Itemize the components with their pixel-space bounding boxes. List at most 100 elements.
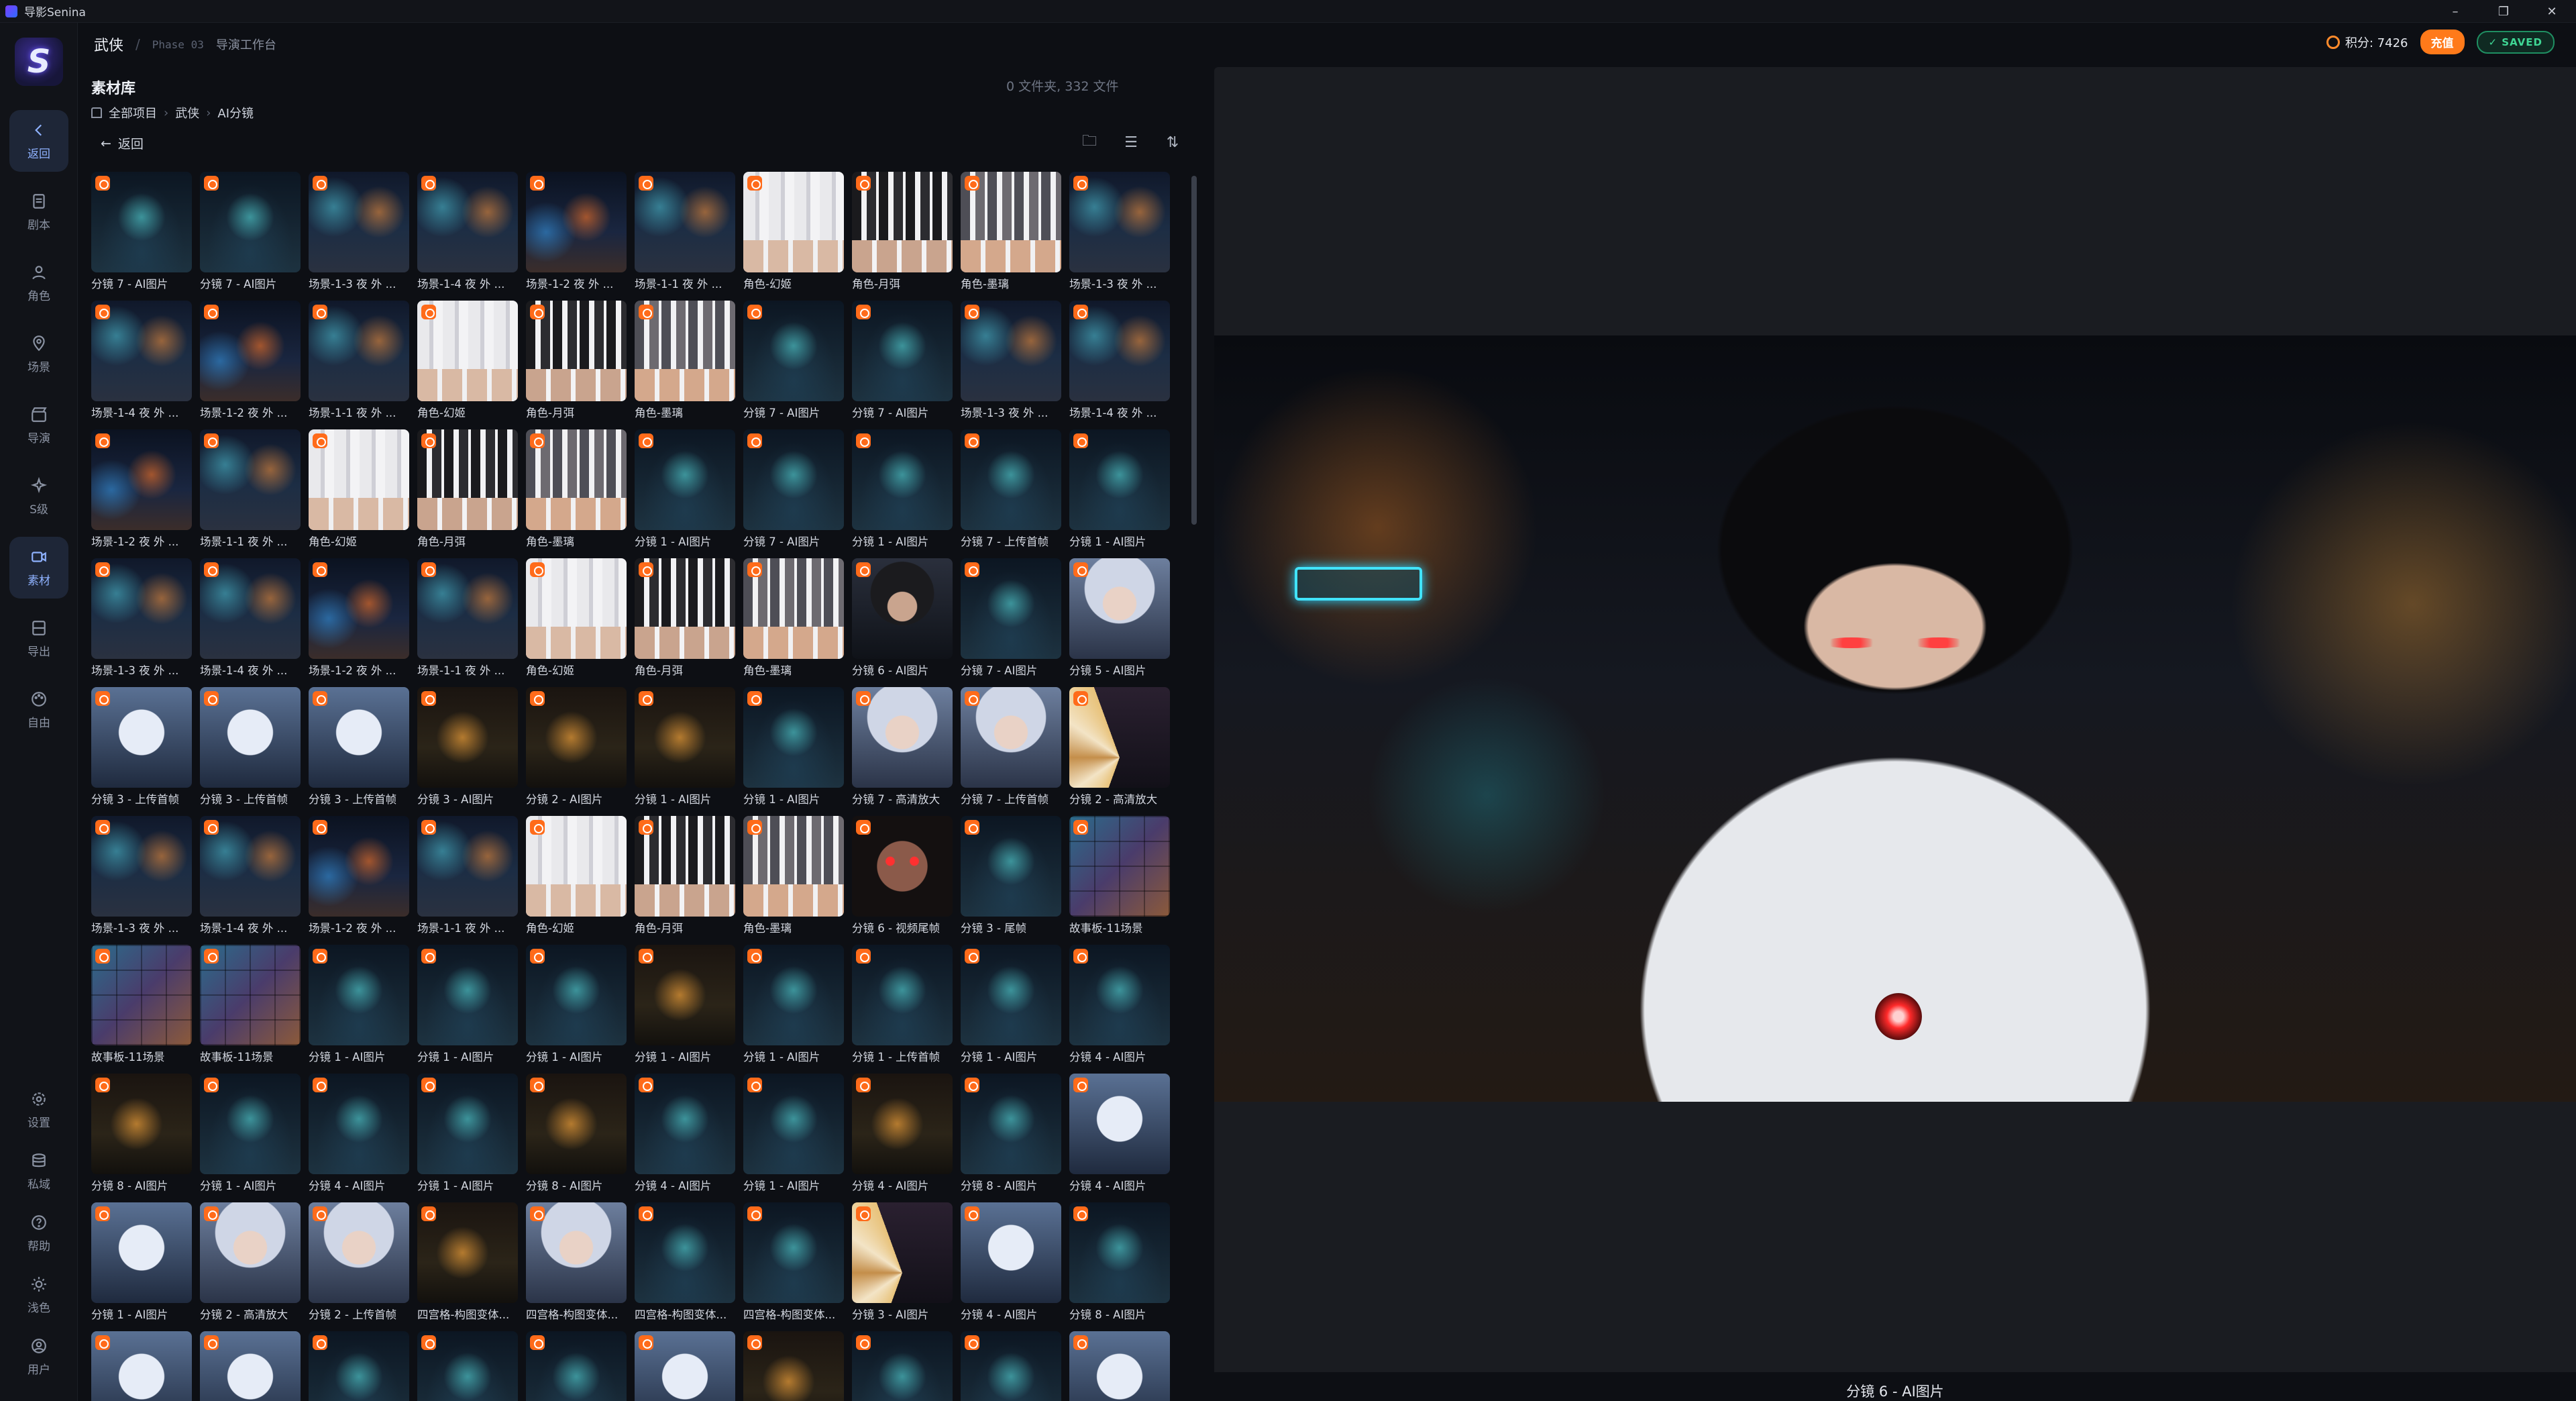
sidebar-item-help[interactable]: 帮助 [9, 1206, 68, 1260]
asset-card[interactable]: 分镜 1 - AI图片 [417, 945, 518, 1066]
asset-thumbnail[interactable] [200, 687, 301, 788]
asset-thumbnail[interactable] [852, 1202, 953, 1303]
asset-thumbnail[interactable] [852, 429, 953, 530]
asset-thumbnail[interactable] [309, 1202, 409, 1303]
asset-card[interactable] [417, 1331, 518, 1401]
asset-thumbnail[interactable] [91, 558, 192, 659]
asset-thumbnail[interactable] [200, 816, 301, 917]
asset-thumbnail[interactable] [635, 301, 735, 401]
asset-card[interactable]: 场景-1-2 夜 外 ... [91, 429, 192, 550]
asset-thumbnail[interactable] [852, 172, 953, 272]
asset-thumbnail[interactable] [526, 429, 627, 530]
asset-thumbnail[interactable] [309, 1331, 409, 1401]
asset-card[interactable]: 分镜 7 - AI图片 [91, 172, 192, 293]
asset-card[interactable]: 分镜 4 - AI图片 [961, 1202, 1061, 1323]
asset-card[interactable] [91, 1331, 192, 1401]
asset-thumbnail[interactable] [1069, 1074, 1170, 1174]
asset-thumbnail[interactable] [635, 1202, 735, 1303]
asset-card[interactable] [635, 1331, 735, 1401]
asset-card[interactable]: 四宫格-构图变体... [417, 1202, 518, 1323]
asset-thumbnail[interactable] [852, 1331, 953, 1401]
asset-card[interactable]: 分镜 1 - AI图片 [852, 429, 953, 550]
sidebar-item-film[interactable]: 导出 [9, 608, 68, 670]
asset-card[interactable]: 角色-墨璃 [743, 816, 844, 937]
asset-thumbnail[interactable] [200, 1202, 301, 1303]
asset-thumbnail[interactable] [743, 301, 844, 401]
asset-card[interactable]: 分镜 1 - AI图片 [635, 429, 735, 550]
asset-card[interactable]: 场景-1-3 夜 外 ... [309, 172, 409, 293]
asset-thumbnail[interactable] [852, 816, 953, 917]
asset-thumbnail[interactable] [91, 1074, 192, 1174]
asset-card[interactable]: 分镜 4 - AI图片 [309, 1074, 409, 1194]
breadcrumb-project[interactable]: 武侠 [175, 104, 199, 121]
asset-card[interactable]: 场景-1-1 夜 外 ... [635, 172, 735, 293]
asset-card[interactable]: 场景-1-2 夜 外 ... [526, 172, 627, 293]
asset-card[interactable]: 四宫格-构图变体... [526, 1202, 627, 1323]
sidebar-item-video[interactable]: 素材 [9, 537, 68, 599]
asset-thumbnail[interactable] [635, 558, 735, 659]
asset-thumbnail[interactable] [852, 687, 953, 788]
asset-thumbnail[interactable] [417, 945, 518, 1045]
asset-thumbnail[interactable] [961, 816, 1061, 917]
asset-thumbnail[interactable] [961, 429, 1061, 530]
asset-card[interactable]: 分镜 1 - AI图片 [743, 1074, 844, 1194]
sidebar-item-sun[interactable]: 浅色 [9, 1268, 68, 1322]
asset-thumbnail[interactable] [961, 687, 1061, 788]
asset-card[interactable]: 角色-月弭 [526, 301, 627, 421]
asset-thumbnail[interactable] [309, 558, 409, 659]
asset-card[interactable]: 场景-1-4 夜 外 ... [200, 558, 301, 679]
asset-thumbnail[interactable] [961, 1074, 1061, 1174]
asset-card[interactable]: 角色-幻姬 [526, 816, 627, 937]
asset-card[interactable]: 分镜 4 - AI图片 [635, 1074, 735, 1194]
asset-card[interactable]: 四宫格-构图变体... [743, 1202, 844, 1323]
asset-thumbnail[interactable] [1069, 687, 1170, 788]
asset-card[interactable] [743, 1331, 844, 1401]
asset-card[interactable]: 分镜 1 - AI图片 [635, 945, 735, 1066]
asset-card[interactable]: 分镜 1 - AI图片 [526, 945, 627, 1066]
asset-card[interactable]: 分镜 7 - AI图片 [743, 301, 844, 421]
sidebar-item-database[interactable]: 私域 [9, 1145, 68, 1198]
asset-card[interactable]: 分镜 1 - AI图片 [200, 1074, 301, 1194]
asset-thumbnail[interactable] [200, 172, 301, 272]
asset-card[interactable]: 分镜 6 - AI图片 [852, 558, 953, 679]
breadcrumb-all-projects[interactable]: 全部项目 [109, 104, 157, 121]
asset-card[interactable]: 分镜 2 - 高清放大 [200, 1202, 301, 1323]
asset-card[interactable]: 场景-1-3 夜 外 ... [91, 558, 192, 679]
asset-card[interactable]: 场景-1-4 夜 外 ... [1069, 301, 1170, 421]
sidebar-item-chevron-left[interactable]: 返回 [9, 110, 68, 172]
asset-thumbnail[interactable] [635, 1331, 735, 1401]
asset-card[interactable]: 场景-1-3 夜 外 ... [1069, 172, 1170, 293]
asset-thumbnail[interactable] [852, 301, 953, 401]
asset-thumbnail[interactable] [526, 816, 627, 917]
asset-card[interactable]: 分镜 7 - AI图片 [961, 558, 1061, 679]
asset-card[interactable]: 分镜 1 - AI图片 [1069, 429, 1170, 550]
asset-card[interactable]: 场景-1-2 夜 外 ... [200, 301, 301, 421]
asset-card[interactable]: 分镜 4 - AI图片 [1069, 945, 1170, 1066]
asset-card[interactable]: 场景-1-4 夜 外 ... [91, 301, 192, 421]
close-button[interactable]: ✕ [2528, 0, 2576, 23]
grid-scrollbar[interactable] [1191, 176, 1197, 525]
asset-card[interactable] [200, 1331, 301, 1401]
asset-card[interactable]: 分镜 3 - AI图片 [417, 687, 518, 808]
asset-card[interactable]: 故事板-11场景 [1069, 816, 1170, 937]
asset-card[interactable]: 四宫格-构图变体... [635, 1202, 735, 1323]
asset-card[interactable]: 角色-幻姬 [526, 558, 627, 679]
asset-card[interactable] [1069, 1331, 1170, 1401]
asset-card[interactable]: 角色-月弭 [635, 816, 735, 937]
asset-thumbnail[interactable] [417, 1331, 518, 1401]
asset-card[interactable]: 分镜 8 - AI图片 [1069, 1202, 1170, 1323]
asset-card[interactable]: 角色-墨璃 [635, 301, 735, 421]
asset-thumbnail[interactable] [852, 558, 953, 659]
asset-card[interactable]: 分镜 2 - AI图片 [526, 687, 627, 808]
asset-card[interactable]: 分镜 7 - 高清放大 [852, 687, 953, 808]
asset-card[interactable]: 场景-1-4 夜 外 ... [417, 172, 518, 293]
breadcrumb-folder[interactable]: AI分镜 [217, 104, 254, 121]
asset-card[interactable] [852, 1331, 953, 1401]
asset-thumbnail[interactable] [635, 172, 735, 272]
asset-card[interactable]: 分镜 1 - AI图片 [743, 945, 844, 1066]
asset-card[interactable]: 场景-1-2 夜 外 ... [309, 558, 409, 679]
asset-card[interactable] [309, 1331, 409, 1401]
asset-thumbnail[interactable] [1069, 301, 1170, 401]
asset-thumbnail[interactable] [961, 172, 1061, 272]
sidebar-item-gear[interactable]: 设置 [9, 1083, 68, 1137]
